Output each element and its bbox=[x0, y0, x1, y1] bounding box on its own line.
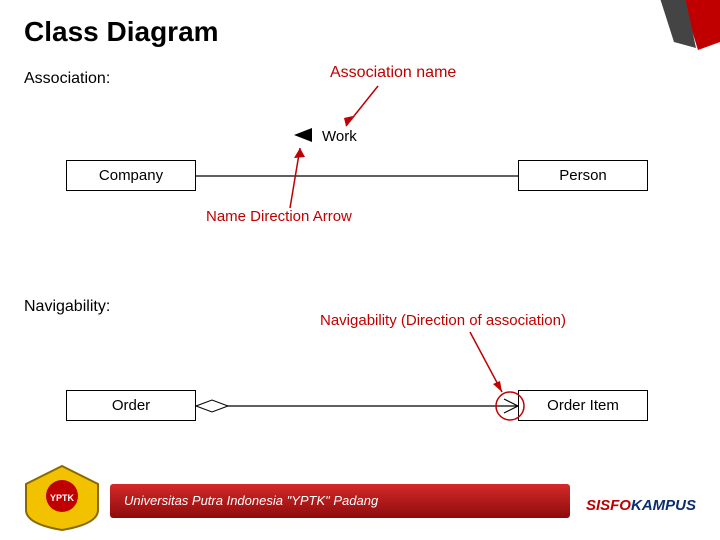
class-box-order-item: Order Item bbox=[518, 390, 648, 421]
brand-left: SISFO bbox=[586, 497, 631, 514]
name-direction-label: Name Direction Arrow bbox=[206, 208, 352, 225]
section-navigability-label: Navigability: bbox=[24, 298, 110, 316]
work-label: Work bbox=[322, 128, 357, 145]
association-name-label: Association name bbox=[330, 64, 456, 82]
section-association-label: Association: bbox=[24, 70, 110, 88]
page-title: Class Diagram bbox=[24, 16, 219, 48]
brand-sisfokampus: SISFOKAMPUS bbox=[586, 497, 696, 514]
footer-bar: Universitas Putra Indonesia "YPTK" Padan… bbox=[110, 484, 570, 518]
class-box-company: Company bbox=[66, 160, 196, 191]
university-logo: YPTK bbox=[18, 462, 106, 532]
navigability-description: Navigability (Direction of association) bbox=[320, 312, 566, 329]
brand-right: KAMPUS bbox=[631, 497, 696, 514]
class-box-order: Order bbox=[66, 390, 196, 421]
class-box-person: Person bbox=[518, 160, 648, 191]
corner-decoration bbox=[640, 0, 720, 52]
svg-text:YPTK: YPTK bbox=[50, 493, 75, 503]
